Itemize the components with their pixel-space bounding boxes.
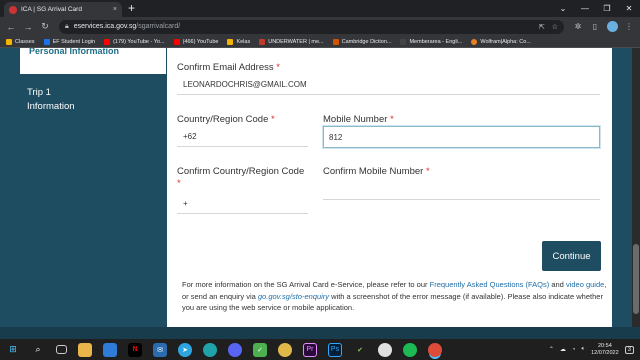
mobile-number-label: Mobile Number * (323, 114, 394, 125)
scrollbar-thumb[interactable] (633, 244, 639, 314)
chrome-app-icon[interactable] (378, 342, 392, 357)
browser-tabstrip: ICA | SG Arrival Card × + ⌄ — ❐ ✕ (0, 0, 640, 17)
sidebar-item-label: Information (27, 101, 75, 112)
memberarea-icon (400, 38, 407, 45)
required-marker: * (425, 166, 430, 177)
bookmark-wolfram[interactable]: Wolfram|Alpha: Co... (471, 38, 531, 45)
shield-icon (259, 38, 266, 45)
browser-toolbar: ← → ↻ 🔒︎ eservices.ica.gov.sg/sgarrivalc… (0, 17, 640, 36)
required-marker: * (177, 178, 181, 189)
confirm-country-code-label: Confirm Country/Region Code * (177, 166, 305, 189)
window-controls: ⌄ — ❐ ✕ (552, 0, 640, 17)
search-icon[interactable]: ⌕ (31, 343, 45, 357)
ica-favicon-icon (9, 5, 17, 14)
ef-icon (43, 38, 50, 45)
help-text: For more information on the SG Arrival C… (182, 280, 607, 312)
sidebar-item-personal-information[interactable]: Personal Information (20, 48, 166, 74)
forward-icon[interactable]: → (21, 20, 35, 34)
back-icon[interactable]: ← (4, 20, 18, 34)
bookmark-underwater[interactable]: UNDERWATER | me... (259, 38, 324, 45)
sidebar-item-trip-information[interactable]: Trip 1 Information (27, 86, 157, 114)
mail-icon[interactable]: ✉ (153, 342, 167, 357)
page-scrollbar[interactable] (632, 48, 640, 327)
faq-link[interactable]: Frequently Asked Questions (FAQs) (430, 280, 550, 289)
bookmark-memberarea[interactable]: Memberarea - Engli... (400, 38, 462, 45)
store-icon[interactable] (103, 342, 117, 357)
menu-kebab-icon[interactable]: ⋮ (622, 20, 636, 34)
cambridge-icon (332, 38, 339, 45)
confirm-mobile-number-input[interactable] (323, 180, 600, 200)
required-marker: * (390, 114, 394, 125)
sidebar-item-label: Trip 1 (27, 87, 51, 98)
required-marker: * (276, 62, 280, 73)
system-tray: ⌃ ☁︎ ◔ 🔈︎ 20:54 12/07/2022 3 (549, 343, 634, 357)
minimize-icon[interactable]: — (574, 0, 596, 17)
enquiry-link[interactable]: go.gov.sg/sto-enquiry (258, 292, 329, 301)
mobile-number-input[interactable]: 812 (323, 126, 600, 148)
confirm-email-label: Confirm Email Address * (177, 62, 280, 73)
spotify-icon[interactable] (403, 342, 417, 357)
reload-icon[interactable]: ↻ (38, 20, 52, 34)
continue-button[interactable]: Continue (542, 241, 601, 271)
lock-icon[interactable]: 🔒︎ (65, 23, 69, 31)
cloud-icon[interactable]: ☁︎ (560, 346, 566, 353)
bookmark-star-icon[interactable]: ☆ (552, 23, 558, 31)
edge-icon[interactable] (203, 342, 217, 357)
volume-icon[interactable]: 🔈︎ (582, 346, 586, 353)
notification-badge[interactable]: 3 (624, 345, 634, 354)
browser-tab[interactable]: ICA | SG Arrival Card × (4, 2, 122, 17)
confirm-mobile-number-label: Confirm Mobile Number * (323, 166, 430, 177)
windows-start-icon[interactable]: ⊞ (6, 343, 20, 357)
netflix-icon[interactable]: N (128, 342, 142, 357)
folder-icon (227, 38, 234, 45)
tab-search-icon[interactable]: ⌄ (552, 0, 574, 17)
wolfram-icon (471, 38, 478, 45)
new-tab-button[interactable]: + (128, 1, 135, 16)
bookmark-cambridge[interactable]: Cambridge Diction... (332, 38, 391, 45)
url-text[interactable]: eservices.ica.gov.sg/sgarrivalcard/ (74, 23, 180, 30)
profile-avatar[interactable] (605, 20, 619, 34)
share-icon[interactable]: ⇱ (539, 23, 545, 31)
confirm-email-input[interactable]: LEONARDOCHRIS@GMAIL.COM (177, 75, 600, 95)
extensions-icon[interactable]: ✲ (571, 20, 585, 34)
close-window-icon[interactable]: ✕ (618, 0, 640, 17)
os-taskbar: ⊞ ⌕ N ✉ ➤ ✓ Pr Ps ✔ ⌃ ☁︎ ◔ 🔈︎ 20:54 12/0… (0, 339, 640, 360)
wifi-icon[interactable]: ◔ (572, 347, 576, 353)
telegram-icon[interactable]: ➤ (178, 342, 192, 357)
chevron-up-icon[interactable]: ⌃ (549, 346, 554, 353)
bookmarks-bar: Classes EF Student Login (179) YouTube -… (0, 36, 640, 48)
youtube-icon (104, 38, 111, 45)
vpn-shield-icon[interactable]: ✓ (253, 342, 267, 357)
bookmark-ef-student-login[interactable]: EF Student Login (43, 38, 95, 45)
restore-icon[interactable]: ❐ (596, 0, 618, 17)
youtube-icon (173, 38, 180, 45)
required-marker: * (271, 114, 275, 125)
bookmark-classes[interactable]: Classes (6, 38, 35, 45)
confirm-country-code-input[interactable]: + (177, 194, 308, 214)
folder-icon (6, 38, 12, 45)
checkmark-app-icon[interactable]: ✔ (353, 343, 367, 357)
page-footer (0, 327, 640, 339)
discord-icon[interactable] (228, 342, 242, 357)
photoshop-icon[interactable]: Ps (328, 342, 342, 357)
bookmark-kelas[interactable]: Kelas (227, 38, 250, 45)
sidebar-panel-icon[interactable]: ▯ (588, 20, 602, 34)
country-code-label: Country/Region Code * (177, 114, 275, 125)
page-viewport: Personal Information Trip 1 Information … (0, 48, 640, 327)
video-guide-link[interactable]: video guide (566, 280, 604, 289)
form-panel: Confirm Email Address * LEONARDOCHRIS@GM… (167, 48, 612, 327)
sidebar-item-label: Personal Information (29, 48, 120, 56)
clock[interactable]: 20:54 12/07/2022 (591, 343, 619, 357)
file-explorer-icon[interactable] (78, 342, 92, 357)
premiere-icon[interactable]: Pr (303, 342, 317, 357)
close-tab-icon[interactable]: × (113, 6, 117, 13)
tab-title: ICA | SG Arrival Card (21, 6, 82, 13)
task-view-icon[interactable] (56, 345, 67, 354)
address-bar[interactable]: 🔒︎ eservices.ica.gov.sg/sgarrivalcard/ ⇱… (59, 19, 564, 34)
app-circle-icon[interactable] (278, 342, 292, 357)
country-code-input[interactable]: +62 (177, 127, 308, 147)
chrome-active-icon[interactable] (428, 342, 442, 357)
bookmark-youtube-179[interactable]: (179) YouTube - Yo... (104, 38, 165, 45)
bookmark-youtube-466[interactable]: (466) YouTube (173, 38, 218, 45)
